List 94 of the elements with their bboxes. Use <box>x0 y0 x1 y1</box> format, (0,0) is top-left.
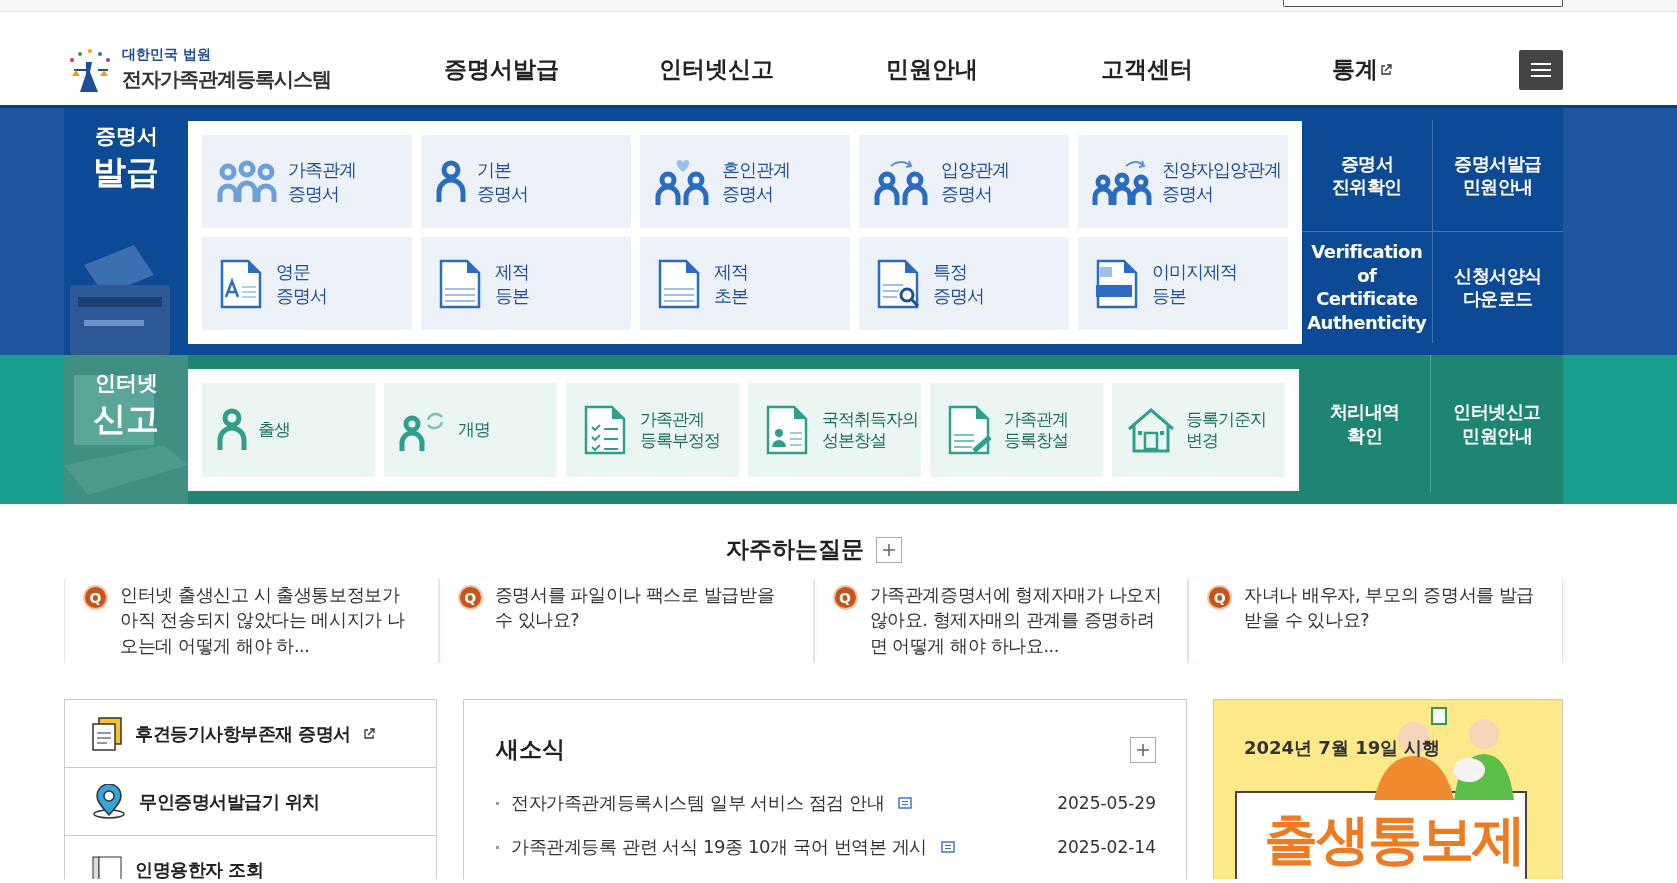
nav-item[interactable]: 증명서발급 <box>394 54 609 85</box>
service-link[interactable]: 증명서 진위확인 <box>1302 120 1432 231</box>
certificate-tile[interactable]: 영문 증명서 <box>202 237 412 330</box>
certificate-tile[interactable]: 제적 초본 <box>640 237 850 330</box>
tile-label: 개명 <box>458 419 490 441</box>
quick-link-label: 무인증명서발급기 위치 <box>139 789 320 814</box>
tile-label: 국적취득자의 성본창설 <box>822 408 918 452</box>
question-badge: Q <box>1207 585 1233 610</box>
banner-title: 출생통보제 <box>1264 807 1524 873</box>
tile-label: 영문 증명서 <box>276 260 327 307</box>
certificate-tile[interactable]: 입양관계 증명서 <box>859 135 1069 228</box>
quick-link-label: 인명용한자 조회 <box>135 857 264 879</box>
documents-icon <box>91 716 123 751</box>
person-icon <box>435 159 467 204</box>
faq-question: 자녀나 배우자, 부모의 증명서를 발급 받을 수 있나요? <box>1244 584 1536 633</box>
external-link-icon <box>1379 63 1392 76</box>
news-link[interactable]: 전자가족관계등록시스템 일부 서비스 점검 안내 <box>511 791 885 815</box>
couple-heart-icon <box>654 157 712 206</box>
tile-label: 제적 등본 <box>495 260 529 307</box>
logo-title[interactable]: 전자가족관계등록시스템 <box>122 66 331 93</box>
report-tile[interactable]: 가족관계 등록부정정 <box>566 383 739 477</box>
tile-label: 이미지제적 등본 <box>1152 260 1237 307</box>
faq-card[interactable]: Q 증명서를 파일이나 팩스로 발급받을 수 있나요? <box>438 579 814 663</box>
tile-label: 등록기준지 변경 <box>1186 408 1266 452</box>
report-tile[interactable]: 등록기준지 변경 <box>1112 383 1285 477</box>
tile-label: 가족관계 증명서 <box>288 158 356 205</box>
news-link[interactable]: 가족관계등록 관련 서식 19종 10개 국어 번역본 게시 <box>511 835 927 859</box>
location-pin-icon <box>91 783 127 820</box>
more-button[interactable] <box>1130 736 1156 763</box>
faq-card[interactable]: Q 인터넷 출생신고 시 출생통보정보가 아직 전송되지 않았다는 메시지가 나오는데 어떻게 해야 하... <box>64 579 439 663</box>
nav-item[interactable]: 인터넷신고 <box>609 54 824 85</box>
section-title: 신고 <box>93 398 159 440</box>
document-icon <box>898 797 913 809</box>
faq-title: 자주하는질문 <box>725 535 864 564</box>
certificate-tile[interactable]: 기본 증명서 <box>421 135 631 228</box>
section-title: 인터넷 <box>94 370 158 397</box>
logo-org: 대한민국 법원 <box>122 46 212 64</box>
service-link[interactable]: 처리내역 확인 <box>1299 355 1430 492</box>
news-date: 2025-05-29 <box>1057 793 1156 813</box>
service-link[interactable]: Verification of Certificate Authenticity <box>1302 231 1432 343</box>
report-tile[interactable]: 가족관계 등록창설 <box>930 383 1103 477</box>
service-link[interactable]: 인터넷신고 민원안내 <box>1431 355 1563 492</box>
tile-label: 친양자입양관계 증명서 <box>1162 158 1281 205</box>
certificate-tile[interactable]: 특정 증명서 <box>859 237 1069 330</box>
certificate-tile[interactable]: 친양자입양관계 증명서 <box>1078 135 1288 228</box>
faq-question: 증명서를 파일이나 팩스로 발급받을 수 있나요? <box>494 584 776 633</box>
faq-question: 가족관계증명서에 형제자매가 나오지 않아요. 형제자매의 관계를 증명하려면 어떻게 해야 하나요... <box>869 584 1163 658</box>
plus-icon <box>1137 743 1149 756</box>
quick-link[interactable]: 인명용한자 조회 <box>65 836 436 879</box>
tile-label: 가족관계 등록부정정 <box>640 408 720 452</box>
family-icon <box>216 159 278 204</box>
menu-icon <box>1531 61 1551 78</box>
certificate-tile[interactable]: 가족관계 증명서 <box>202 135 412 228</box>
faq-question: 인터넷 출생신고 시 출생통보정보가 아직 전송되지 않았다는 메시지가 나오는데 어떻게 해야 하... <box>120 584 406 658</box>
nav-item[interactable]: 민원안내 <box>824 54 1039 85</box>
certificate-tile[interactable]: 제적 등본 <box>421 237 631 330</box>
section-title: 발급 <box>93 151 159 193</box>
section-title: 증명서 <box>94 123 158 150</box>
tile-label: 특정 증명서 <box>933 260 984 307</box>
nav-item[interactable]: 통계 <box>1254 54 1469 85</box>
tile-label: 제적 초본 <box>714 260 748 307</box>
news-title: 새소식 <box>496 735 565 764</box>
menu-button[interactable] <box>1519 49 1563 90</box>
search-field[interactable] <box>1283 0 1563 7</box>
plus-icon <box>882 543 895 556</box>
faq-card[interactable]: Q 자녀나 배우자, 부모의 증명서를 발급 받을 수 있나요? <box>1188 579 1563 663</box>
banner-date: 2024년 7월 19일 시행 <box>1244 736 1441 760</box>
service-link[interactable]: 증명서발급 민원안내 <box>1432 120 1563 231</box>
report-tile[interactable]: 국적취득자의 성본창설 <box>748 383 921 477</box>
report-tile[interactable]: 출생 <box>202 383 375 477</box>
tile-label: 기본 증명서 <box>477 158 528 205</box>
question-badge: Q <box>83 585 108 610</box>
service-link[interactable]: 신청서양식 다운로드 <box>1432 231 1563 343</box>
report-tile[interactable]: 개명 <box>384 383 557 477</box>
tile-label: 가족관계 등록창설 <box>1004 408 1068 452</box>
question-badge: Q <box>832 585 858 610</box>
tile-label: 혼인관계 증명서 <box>722 158 790 205</box>
quick-link[interactable]: 후견등기사항부존재 증명서 <box>65 700 436 768</box>
tile-label: 출생 <box>258 419 290 441</box>
book-icon <box>91 854 123 879</box>
nav-item[interactable]: 고객센터 <box>1039 54 1254 85</box>
faq-card[interactable]: Q 가족관계증명서에 형제자매가 나오지 않아요. 형제자매의 관계를 증명하려면 어떻게 해야 하나요... <box>813 579 1189 663</box>
question-badge: Q <box>457 585 483 610</box>
more-button[interactable] <box>875 536 902 563</box>
external-link-icon <box>362 727 375 740</box>
house-icon <box>1126 407 1176 453</box>
quick-link[interactable]: 무인증명서발급기 위치 <box>65 768 436 836</box>
tile-label: 입양관계 증명서 <box>941 158 1009 205</box>
document-icon <box>940 841 955 853</box>
certificate-tile[interactable]: 혼인관계 증명서 <box>640 135 850 228</box>
quick-link-label: 후견등기사항부존재 증명서 <box>135 721 351 746</box>
birth-notice-banner[interactable]: 2024년 7월 19일 시행 출생통보제 <box>1213 699 1563 879</box>
certificate-tile[interactable]: 이미지제적 등본 <box>1078 237 1288 330</box>
news-date: 2025-02-14 <box>1057 837 1156 857</box>
